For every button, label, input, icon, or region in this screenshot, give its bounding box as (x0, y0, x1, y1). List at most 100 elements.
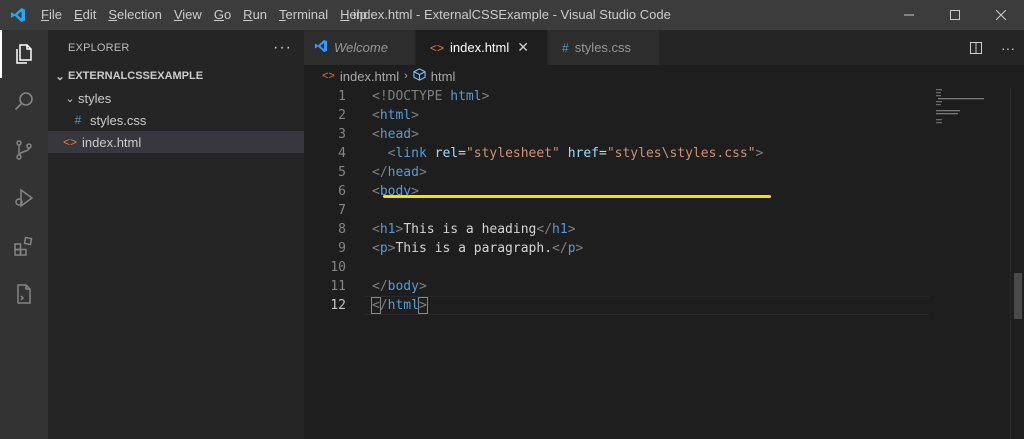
menu-run[interactable]: Run (237, 0, 273, 30)
code-line[interactable]: 8 <h1>This is a heading</h1> (304, 220, 934, 239)
tab-styles-css[interactable]: # styles.css (548, 30, 660, 65)
menu-help[interactable]: Help (334, 0, 373, 30)
vscode-logo-icon (314, 39, 328, 56)
breadcrumb-file[interactable]: index.html (340, 69, 399, 84)
code-token: h1 (379, 222, 396, 237)
code-token: html (379, 108, 412, 123)
code-line[interactable]: 11 </body> (304, 277, 934, 296)
vertical-scrollbar[interactable] (1010, 87, 1024, 439)
breadcrumb-element[interactable]: html (431, 69, 456, 84)
code-line[interactable]: 3 <head> (304, 125, 934, 144)
tab-label: Welcome (334, 40, 388, 55)
code-text: </body> (372, 279, 427, 294)
code-line[interactable]: 9 <p>This is a paragraph.</p> (304, 239, 934, 258)
folder-styles[interactable]: ⌄ styles (48, 87, 304, 109)
code-token: > (481, 89, 490, 104)
extensions-icon[interactable] (0, 222, 48, 270)
tab-label: styles.css (574, 40, 632, 55)
line-number: 6 (338, 184, 346, 199)
code-text: </head> (372, 165, 427, 180)
scrollbar-thumb[interactable] (1014, 273, 1022, 319)
menu-go[interactable]: Go (208, 0, 237, 30)
menu-file[interactable]: File (35, 0, 68, 30)
code-token: <!DOCTYPE (372, 89, 451, 104)
code-token: = (458, 146, 466, 161)
file-label: styles.css (90, 112, 147, 128)
menu-selection[interactable]: Selection (102, 0, 167, 30)
source-control-icon[interactable] (0, 126, 48, 174)
more-actions-icon[interactable]: ··· (992, 30, 1024, 65)
split-editor-icon[interactable] (960, 30, 992, 65)
code-text: <head> (372, 127, 419, 142)
code-token: < (372, 222, 380, 237)
code-token: </ (552, 241, 568, 256)
remote-file-icon[interactable] (0, 270, 48, 318)
code-line[interactable]: 7 (304, 201, 934, 220)
code-token: > (755, 146, 764, 161)
code-token: "styles\styles.css" (606, 146, 756, 161)
code-line[interactable]: 1 <!DOCTYPE html> (304, 87, 934, 106)
code-token: p (379, 241, 388, 256)
maximize-button[interactable] (932, 0, 978, 30)
vscode-logo-icon (0, 0, 35, 30)
code-line[interactable]: 6 <body> (304, 182, 934, 201)
menu-view[interactable]: View (168, 0, 208, 30)
code-line[interactable]: 2 <html> (304, 106, 934, 125)
menu-edit[interactable]: Edit (68, 0, 102, 30)
close-button[interactable] (978, 0, 1024, 30)
tab-bar: Welcome <> index.html ✕ # styles.css ··· (304, 30, 1024, 65)
code-token: < (372, 146, 396, 161)
code-token: > (411, 127, 419, 142)
code-line[interactable]: 4 <link rel="stylesheet" href="styles\st… (304, 144, 934, 163)
code-token: This is a paragraph. (395, 241, 553, 256)
code-token: < (372, 241, 380, 256)
line-number: 5 (338, 165, 346, 180)
code-line[interactable]: 12 </html> (304, 296, 934, 315)
html-file-icon: <> (430, 40, 445, 55)
menu-terminal[interactable]: Terminal (273, 0, 334, 30)
breadcrumb: <> index.html › html (304, 65, 1024, 87)
file-styles-css[interactable]: # styles.css (48, 109, 304, 131)
more-actions-icon[interactable]: ··· (273, 39, 292, 57)
workspace-name: EXTERNALCSSEXAMPLE (68, 70, 204, 82)
code-token: </ (536, 222, 553, 237)
code-token: > (418, 279, 427, 294)
minimap[interactable] (934, 87, 1009, 147)
tab-index-html[interactable]: <> index.html ✕ (416, 30, 548, 65)
code-token: head (387, 165, 419, 180)
explorer-title: EXPLORER (68, 41, 130, 54)
code-token: body (387, 279, 419, 294)
code-text: <link rel="stylesheet" href="styles\styl… (372, 146, 764, 161)
code-token: html (450, 89, 482, 104)
code-token: link (395, 146, 427, 161)
code-token: head (379, 127, 412, 142)
line-number: 9 (338, 241, 346, 256)
code-text: <html> (372, 108, 419, 123)
tab-welcome[interactable]: Welcome (304, 30, 416, 65)
close-icon[interactable]: ✕ (517, 39, 529, 56)
bracket-match: > (417, 297, 428, 314)
yellow-underline-annotation (383, 195, 771, 198)
code-token: > (567, 222, 576, 237)
css-file-icon: # (562, 40, 569, 55)
code-token: < (372, 184, 380, 199)
code-token: rel (434, 146, 459, 161)
line-number: 4 (338, 146, 346, 161)
code-token: "stylesheet" (465, 146, 560, 161)
file-index-html[interactable]: <> index.html (48, 131, 304, 153)
code-token: < (372, 127, 380, 142)
explorer-sidebar: EXPLORER ··· ⌄ EXTERNALCSSEXAMPLE ⌄ styl… (48, 30, 304, 439)
code-line[interactable]: 5 </head> (304, 163, 934, 182)
code-text: <h1>This is a heading</h1> (372, 222, 576, 237)
code-token: </ (372, 165, 388, 180)
search-icon[interactable] (0, 78, 48, 126)
code-line[interactable]: 10 (304, 258, 934, 277)
workspace-folder[interactable]: ⌄ EXTERNALCSSEXAMPLE (48, 65, 304, 87)
minimize-button[interactable] (886, 0, 932, 30)
run-debug-icon[interactable] (0, 174, 48, 222)
code-token: h1 (552, 222, 568, 237)
code-editor[interactable]: 1 <!DOCTYPE html> 2 <html> 3 <head> 4 <link re… (304, 87, 934, 315)
explorer-icon[interactable] (0, 30, 48, 78)
window-controls (886, 0, 1024, 30)
